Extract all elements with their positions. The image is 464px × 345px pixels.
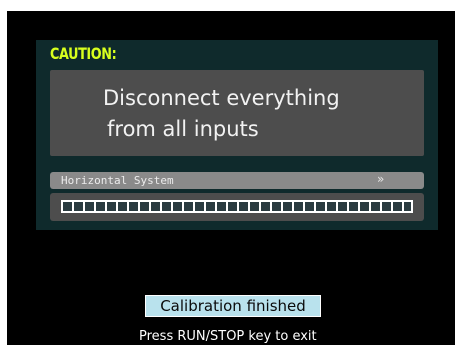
exit-hint: Press RUN/STOP key to exit: [139, 329, 317, 344]
message-line-2: from all inputs: [107, 117, 259, 141]
chevron-right-icon: »: [377, 172, 385, 186]
message-box: [50, 70, 424, 156]
progress-title: Horizontal System: [61, 174, 174, 187]
progress-fill: [63, 202, 411, 211]
caution-label: CAUTION:: [50, 44, 117, 63]
calibration-screen: CAUTION: Disconnect everything from all …: [0, 0, 464, 345]
status-badge: Calibration finished: [145, 295, 321, 317]
message-line-1: Disconnect everything: [103, 86, 340, 110]
progress-bar: [61, 200, 413, 213]
